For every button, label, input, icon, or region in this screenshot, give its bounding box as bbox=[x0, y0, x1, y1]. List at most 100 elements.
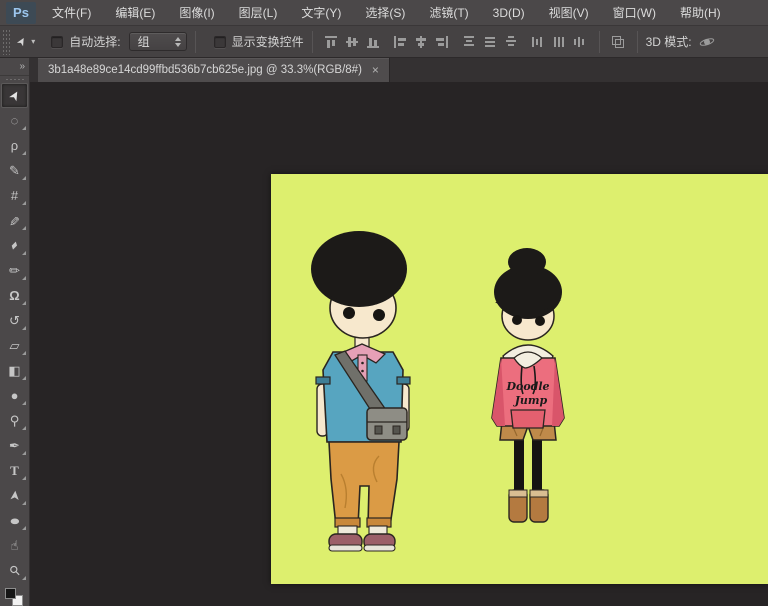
history-brush-tool[interactable]: ↺ bbox=[0, 308, 29, 333]
artwork-illustration: Doodle Jump bbox=[271, 174, 768, 584]
canvas-image[interactable]: Doodle Jump bbox=[271, 174, 768, 584]
photoshop-window: { "app": { "logo": "Ps" }, "menubar": { … bbox=[0, 0, 768, 606]
brush-tool-icon: ✏ bbox=[9, 264, 20, 277]
menu-layer[interactable]: 图层(L) bbox=[227, 0, 290, 26]
pen-tool-icon: ✒ bbox=[9, 439, 20, 452]
menu-window[interactable]: 窗口(W) bbox=[601, 0, 668, 26]
separator bbox=[312, 31, 313, 53]
lasso-tool-icon: ρ bbox=[11, 139, 18, 152]
align-left-edges-icon[interactable] bbox=[391, 33, 410, 51]
clone-stamp-tool-icon: Ω bbox=[9, 289, 19, 302]
auto-select-checkbox[interactable] bbox=[51, 36, 63, 48]
eyedropper-tool[interactable]: ✐ bbox=[0, 208, 29, 233]
auto-select-label: 自动选择: bbox=[69, 33, 120, 50]
dodge-tool[interactable]: ⚲ bbox=[0, 408, 29, 433]
document-tab-title: 3b1a48e89ce14cd99ffbd536b7cb625e.jpg @ 3… bbox=[48, 64, 362, 76]
blur-tool[interactable]: ● bbox=[0, 383, 29, 408]
double-arrow-icon: » bbox=[19, 61, 25, 72]
menu-select[interactable]: 选择(S) bbox=[353, 0, 417, 26]
marquee-tool-icon: ◌ bbox=[11, 114, 19, 127]
menu-view[interactable]: 视图(V) bbox=[537, 0, 601, 26]
crop-tool[interactable]: # bbox=[0, 183, 29, 208]
separator bbox=[195, 31, 196, 53]
path-selection-tool[interactable]: ➤ bbox=[0, 483, 29, 508]
document-tab[interactable]: 3b1a48e89ce14cd99ffbd536b7cb625e.jpg @ 3… bbox=[38, 58, 390, 82]
show-transform-controls-label: 显示变换控件 bbox=[232, 33, 304, 50]
ellipse-shape-tool[interactable]: ● bbox=[0, 508, 29, 533]
history-brush-tool-icon: ↺ bbox=[9, 314, 20, 327]
eyedropper-tool-icon: ✐ bbox=[9, 214, 20, 227]
gradient-tool[interactable]: ◧ bbox=[0, 358, 29, 383]
tools-panel: » ➤ ◌ ρ ✎ # ✐ ▰ ✏ Ω ↺ ▱ ◧ ● ⚲ ✒ T ➤ ● ☝ ⚲ bbox=[0, 58, 30, 606]
current-tool-preset[interactable]: ➤ ▾ bbox=[17, 35, 35, 48]
auto-select-target-dropdown[interactable]: 组 bbox=[129, 32, 187, 51]
collapse-panel-button[interactable]: » bbox=[0, 58, 29, 76]
menu-help[interactable]: 帮助(H) bbox=[668, 0, 733, 26]
move-tool-icon: ➤ bbox=[6, 88, 23, 104]
clone-stamp-tool[interactable]: Ω bbox=[0, 283, 29, 308]
menu-file[interactable]: 文件(F) bbox=[40, 0, 103, 26]
document-tab-bar: 3b1a48e89ce14cd99ffbd536b7cb625e.jpg @ 3… bbox=[30, 58, 768, 82]
dodge-tool-icon: ⚲ bbox=[10, 414, 20, 427]
path-selection-tool-icon: ➤ bbox=[8, 490, 22, 502]
hoodie-text-line2: Jump bbox=[513, 394, 548, 407]
hoodie-text-line1: Doodle bbox=[505, 380, 549, 393]
align-right-edges-icon[interactable] bbox=[433, 33, 452, 51]
align-vertical-centers-icon[interactable] bbox=[343, 33, 362, 51]
move-tool[interactable]: ➤ bbox=[1, 83, 28, 108]
zoom-tool[interactable]: ⚲ bbox=[0, 558, 29, 583]
tool-preset-caret-icon: ▾ bbox=[31, 37, 35, 46]
menu-filter[interactable]: 滤镜(T) bbox=[417, 0, 480, 26]
distribute-left-edges-icon[interactable] bbox=[529, 33, 548, 51]
foreground-color-swatch[interactable] bbox=[5, 588, 16, 599]
tool-options-bar: ➤ ▾ 自动选择: 组 显示变换控件 3D 模式: bbox=[0, 26, 768, 58]
menu-items: 文件(F)编辑(E)图像(I)图层(L)文字(Y)选择(S)滤镜(T)3D(D)… bbox=[40, 0, 733, 26]
quick-selection-tool[interactable]: ✎ bbox=[0, 158, 29, 183]
distribute-bottom-edges-icon[interactable] bbox=[502, 33, 521, 51]
tab-close-icon[interactable]: × bbox=[372, 63, 379, 77]
hand-tool[interactable]: ☝ bbox=[0, 533, 29, 558]
healing-brush-tool-icon: ▰ bbox=[8, 239, 21, 252]
distribute-horizontal-centers-icon[interactable] bbox=[550, 33, 569, 51]
eraser-tool[interactable]: ▱ bbox=[0, 333, 29, 358]
color-swatches[interactable] bbox=[0, 585, 29, 606]
show-transform-controls-checkbox[interactable] bbox=[214, 36, 226, 48]
align-horizontal-centers-icon[interactable] bbox=[412, 33, 431, 51]
move-tool-icon: ➤ bbox=[14, 34, 30, 48]
type-tool-icon: T bbox=[10, 464, 19, 477]
eraser-tool-icon: ▱ bbox=[10, 339, 20, 352]
gradient-tool-icon: ◧ bbox=[8, 364, 20, 377]
quick-selection-tool-icon: ✎ bbox=[9, 164, 20, 177]
separator bbox=[599, 31, 600, 53]
tool-list: ➤ ◌ ρ ✎ # ✐ ▰ ✏ Ω ↺ ▱ ◧ ● ⚲ ✒ T ➤ ● ☝ ⚲ bbox=[0, 83, 29, 583]
tools-panel-grip[interactable] bbox=[5, 78, 24, 82]
align-top-edges-icon[interactable] bbox=[322, 33, 341, 51]
menu-bar: Ps 文件(F)编辑(E)图像(I)图层(L)文字(Y)选择(S)滤镜(T)3D… bbox=[0, 0, 768, 26]
align-bottom-edges-icon[interactable] bbox=[364, 33, 383, 51]
3d-mode-label: 3D 模式: bbox=[646, 33, 692, 50]
lasso-tool[interactable]: ρ bbox=[0, 133, 29, 158]
menu-3d[interactable]: 3D(D) bbox=[481, 0, 537, 26]
options-bar-grip[interactable] bbox=[2, 29, 11, 55]
align-buttons bbox=[321, 33, 591, 51]
distribute-top-edges-icon[interactable] bbox=[460, 33, 479, 51]
3d-orbit-icon[interactable] bbox=[698, 33, 717, 51]
menu-image[interactable]: 图像(I) bbox=[167, 0, 226, 26]
hand-tool-icon: ☝ bbox=[11, 539, 19, 552]
separator bbox=[637, 31, 638, 53]
auto-align-layers-icon[interactable] bbox=[609, 33, 628, 51]
distribute-right-edges-icon[interactable] bbox=[571, 33, 590, 51]
marquee-tool[interactable]: ◌ bbox=[0, 108, 29, 133]
type-tool[interactable]: T bbox=[0, 458, 29, 483]
healing-brush-tool[interactable]: ▰ bbox=[0, 233, 29, 258]
menu-type[interactable]: 文字(Y) bbox=[289, 0, 353, 26]
pen-tool[interactable]: ✒ bbox=[0, 433, 29, 458]
brush-tool[interactable]: ✏ bbox=[0, 258, 29, 283]
menu-edit[interactable]: 编辑(E) bbox=[103, 0, 167, 26]
canvas-workspace: Doodle Jump bbox=[30, 82, 768, 606]
distribute-vertical-centers-icon[interactable] bbox=[481, 33, 500, 51]
blur-tool-icon: ● bbox=[11, 389, 19, 402]
photoshop-logo-icon: Ps bbox=[6, 2, 36, 24]
zoom-tool-icon: ⚲ bbox=[7, 563, 23, 579]
auto-select-target-value: 组 bbox=[138, 33, 150, 50]
